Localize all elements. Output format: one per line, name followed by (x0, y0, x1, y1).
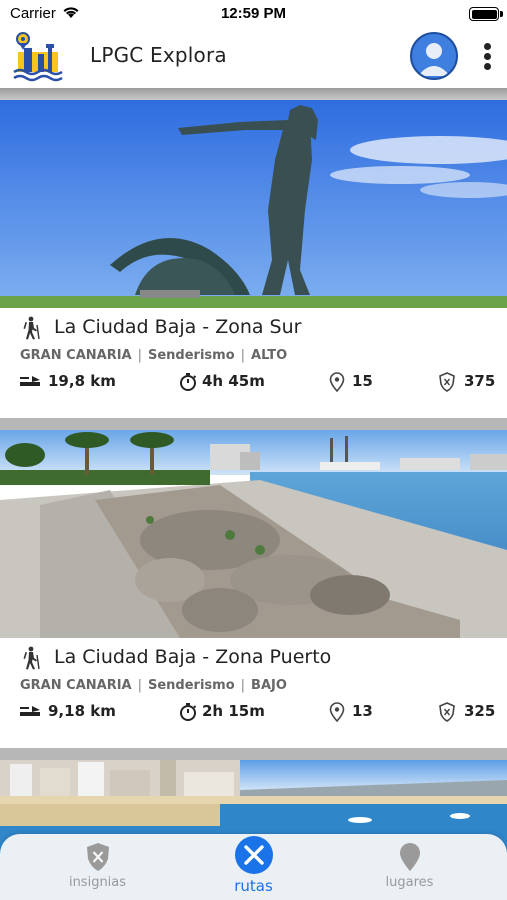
card-separator (0, 748, 507, 760)
place-marker-icon (329, 372, 345, 392)
tab-label: lugares (385, 875, 434, 890)
duration-value: 2h 15m (202, 702, 265, 720)
more-vertical-icon (484, 53, 491, 60)
route-card-body: La Ciudad Baja - Zona Puerto GRAN CANARI… (0, 638, 507, 748)
user-avatar-button[interactable] (410, 32, 458, 80)
tab-label: insignias (68, 875, 127, 890)
tab-insignias[interactable]: insignias (13, 834, 182, 900)
distance-icon (20, 376, 40, 386)
more-vertical-icon (484, 43, 491, 50)
app-title: LPGC Explora (90, 43, 227, 67)
route-meta: GRAN CANARIA | Senderismo | ALTO (20, 348, 287, 363)
badge-shield-icon (87, 843, 109, 871)
hiker-icon (23, 316, 40, 340)
meta-separator: | (240, 348, 246, 363)
places-value: 13 (352, 702, 373, 720)
route-title: La Ciudad Baja - Zona Puerto (54, 646, 332, 668)
badge-shield-icon (439, 372, 455, 392)
route-island: GRAN CANARIA (20, 678, 132, 693)
user-avatar-icon (418, 43, 450, 76)
more-vertical-icon (484, 63, 491, 70)
route-activity: Senderismo (148, 678, 235, 693)
routes-icon (244, 845, 264, 865)
route-card-body: La Ciudad Baja - Zona Sur GRAN CANARIA | S… (0, 308, 507, 418)
route-card[interactable]: La Ciudad Baja - Zona Puerto GRAN CANARI… (0, 430, 507, 748)
tab-label: rutas (234, 877, 273, 895)
status-time: 12:59 PM (220, 5, 287, 22)
route-difficulty: BAJO (251, 678, 287, 693)
tab-rutas[interactable]: rutas (169, 834, 338, 900)
route-stats: 9,18 km 2h 15m 13 325 (20, 700, 495, 724)
port-promenade-photo (0, 430, 507, 638)
place-pin-icon (400, 843, 420, 871)
app-bar-shadow (0, 88, 507, 100)
distance-value: 9,18 km (48, 702, 116, 720)
bottom-tab-bar: insignias rutas lugares (0, 834, 507, 900)
route-stats: 19,8 km 4h 45m 15 375 (20, 370, 495, 394)
points-value: 325 (464, 702, 496, 720)
status-bar: Carrier 12:59 PM (0, 0, 507, 28)
place-marker-icon (329, 702, 345, 722)
app-screen: Carrier 12:59 PM LPGC Explora La Ciudad … (0, 0, 507, 900)
routes-icon (235, 836, 273, 874)
duration-value: 4h 45m (202, 372, 265, 390)
hiker-icon (23, 646, 40, 670)
meta-separator: | (240, 678, 246, 693)
badge-shield-icon (439, 702, 455, 722)
battery-icon (469, 7, 499, 21)
statue-monument-photo (0, 100, 507, 308)
battery-tip (500, 11, 503, 17)
route-meta: GRAN CANARIA | Senderismo | BAJO (20, 678, 287, 693)
route-activity: Senderismo (148, 348, 235, 363)
city-pin-logo-icon (13, 32, 63, 82)
distance-icon (20, 706, 40, 716)
route-card[interactable]: La Ciudad Baja - Zona Sur GRAN CANARIA | S… (0, 100, 507, 418)
app-bar: LPGC Explora (0, 28, 507, 88)
statue-monument-photo (0, 100, 507, 308)
stopwatch-icon (180, 703, 197, 721)
points-value: 375 (464, 372, 496, 390)
route-difficulty: ALTO (251, 348, 288, 363)
tab-lugares[interactable]: lugares (325, 834, 494, 900)
card-separator (0, 418, 507, 430)
more-menu-button[interactable] (476, 40, 500, 74)
stopwatch-icon (180, 373, 197, 391)
meta-separator: | (137, 678, 142, 693)
places-value: 15 (352, 372, 373, 390)
route-island: GRAN CANARIA (20, 348, 132, 363)
meta-separator: | (137, 348, 142, 363)
route-title: La Ciudad Baja - Zona Sur (54, 316, 302, 338)
port-promenade-photo (0, 430, 507, 638)
distance-value: 19,8 km (48, 372, 116, 390)
